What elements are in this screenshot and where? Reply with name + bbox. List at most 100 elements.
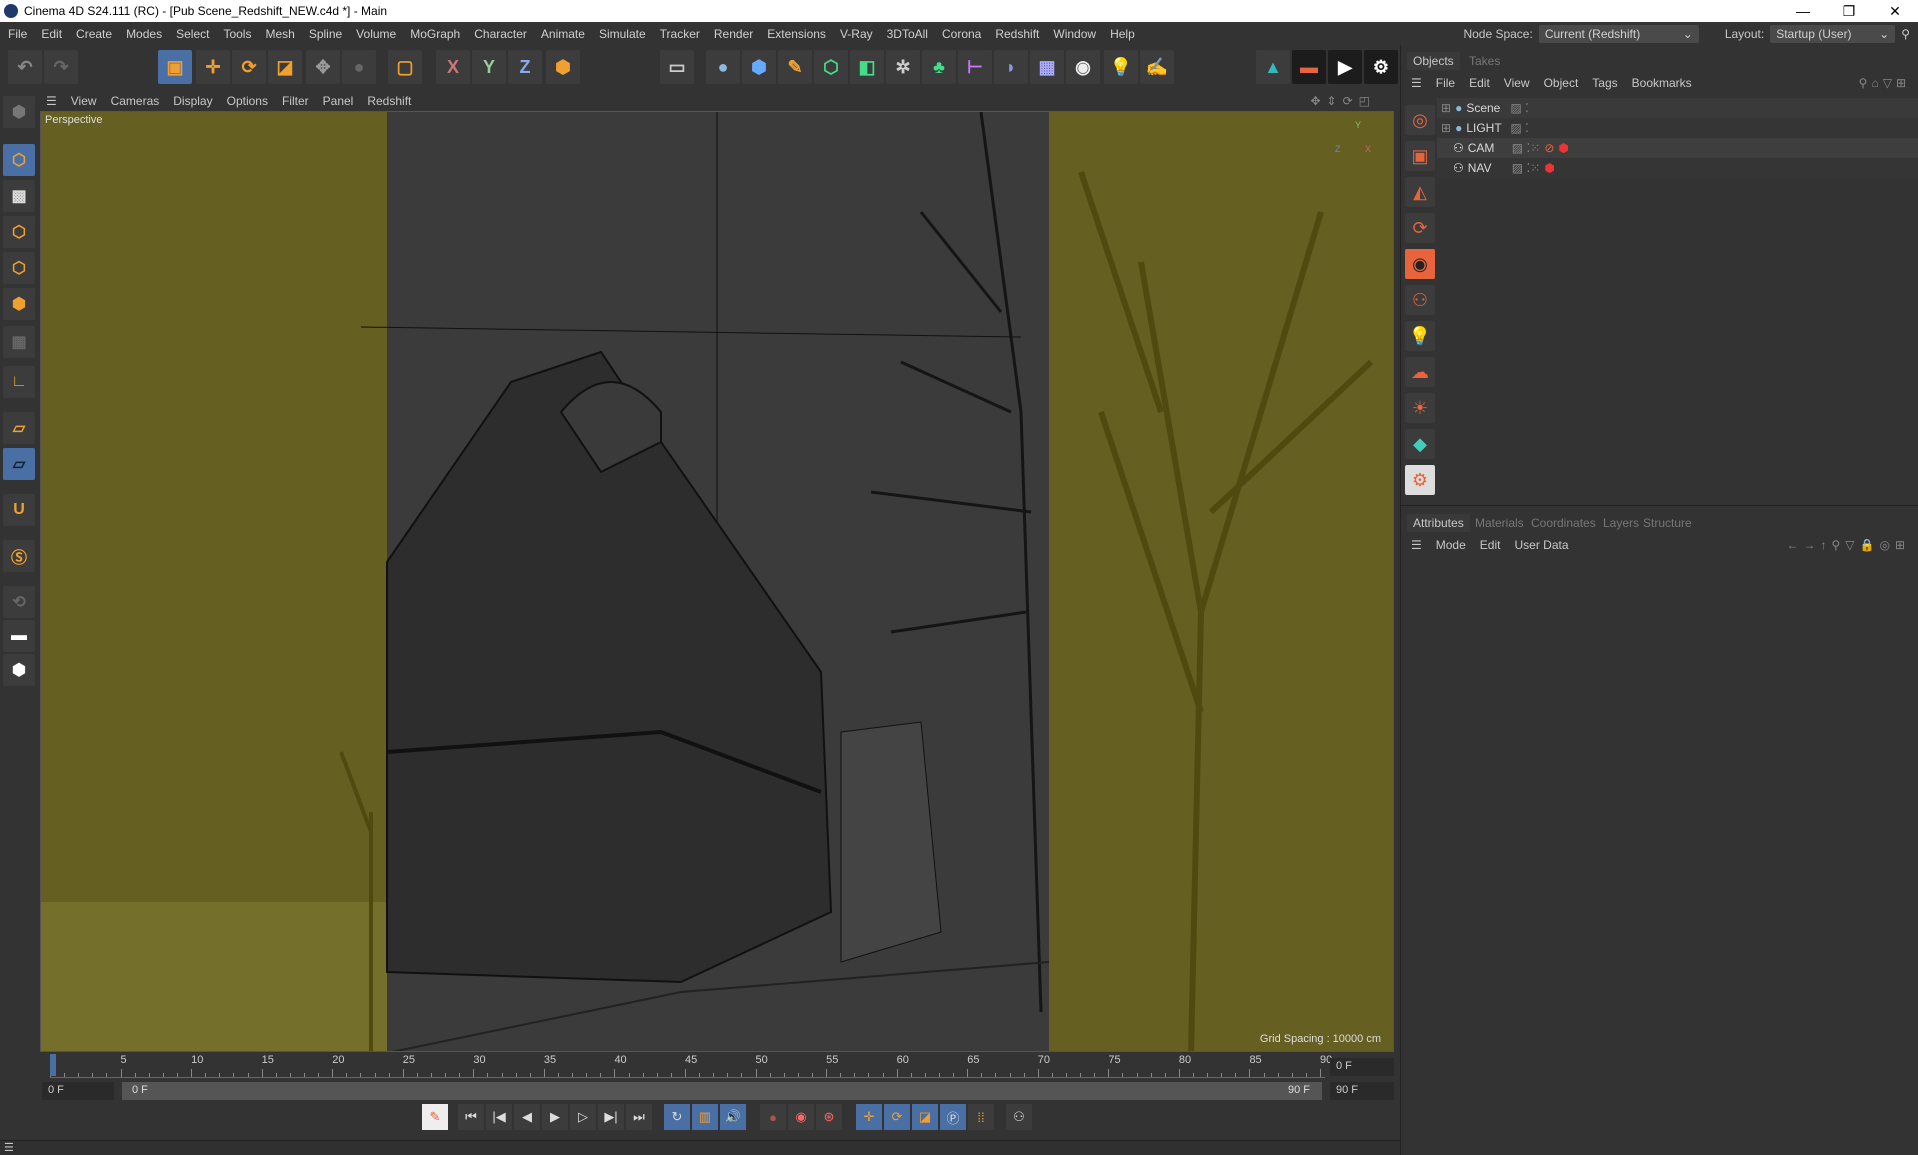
- menu-window[interactable]: Window: [1053, 27, 1096, 41]
- end-frame-field[interactable]: 90 F: [1330, 1082, 1394, 1100]
- model-mode-button[interactable]: ⬡: [3, 144, 35, 176]
- render-view-icon[interactable]: ▣: [1405, 141, 1435, 171]
- autokey-button[interactable]: ◉: [788, 1104, 814, 1130]
- visibility-icon[interactable]: ▨ ⁚⁙: [1512, 141, 1541, 155]
- menu-modes[interactable]: Modes: [126, 27, 162, 41]
- floor-button[interactable]: ▦: [1030, 50, 1064, 84]
- visibility-icon[interactable]: ▨ ⁚: [1510, 101, 1529, 115]
- make-editable-button[interactable]: ⬢: [3, 96, 35, 128]
- viewport-menu-cameras[interactable]: Cameras: [111, 94, 160, 108]
- next-frame-button[interactable]: ▷: [570, 1104, 596, 1130]
- material-icon[interactable]: ◭: [1405, 177, 1435, 207]
- menu-mograph[interactable]: MoGraph: [410, 27, 460, 41]
- z-axis-lock-button[interactable]: Z: [508, 50, 542, 84]
- menu-vray[interactable]: V-Ray: [840, 27, 873, 41]
- menu-mesh[interactable]: Mesh: [265, 27, 294, 41]
- objects-search-filter-icons[interactable]: ⚲⌂▽⊞: [1859, 76, 1910, 90]
- viewport-menu-panel[interactable]: Panel: [323, 94, 354, 108]
- pen-spline-button[interactable]: ✎: [778, 50, 812, 84]
- tab-attributes[interactable]: Attributes: [1407, 514, 1470, 532]
- hamburger-icon[interactable]: ☰: [1411, 76, 1422, 90]
- sound-button[interactable]: 🔊: [720, 1104, 746, 1130]
- scale-tool-button[interactable]: ◪: [268, 50, 302, 84]
- expand-icon[interactable]: ⊞: [1441, 121, 1451, 135]
- current-frame-field[interactable]: 0 F: [1330, 1058, 1394, 1076]
- hamburger-icon[interactable]: ☰: [4, 1141, 14, 1154]
- rs-environment-icon[interactable]: ☁: [1405, 357, 1435, 387]
- menu-redshift[interactable]: Redshift: [995, 27, 1039, 41]
- go-to-end-button[interactable]: ⏭: [626, 1104, 652, 1130]
- objects-menu-tags[interactable]: Tags: [1592, 76, 1617, 90]
- objects-menu-view[interactable]: View: [1504, 76, 1530, 90]
- snap-magnet-button[interactable]: U: [3, 494, 35, 526]
- menu-extensions[interactable]: Extensions: [767, 27, 826, 41]
- viewport-menu-filter[interactable]: Filter: [282, 94, 309, 108]
- menu-tracker[interactable]: Tracker: [660, 27, 700, 41]
- start-frame-field[interactable]: 0 F: [42, 1082, 114, 1100]
- paint-tool-button[interactable]: ⬢: [3, 654, 35, 686]
- cloner-button[interactable]: ♣: [922, 50, 956, 84]
- mograph-cloner-button[interactable]: ✲: [886, 50, 920, 84]
- visibility-icon[interactable]: ▨ ⁚⁙: [1512, 161, 1541, 175]
- objects-menu-object[interactable]: Object: [1544, 76, 1579, 90]
- timeline-ruler[interactable]: 051015202530354045505560657075808590: [50, 1052, 1332, 1078]
- rotate-tool-button[interactable]: ⟳: [232, 50, 266, 84]
- workplane-button[interactable]: ▱: [3, 412, 35, 444]
- light-button[interactable]: 💡: [1104, 50, 1138, 84]
- live-selection-button[interactable]: ▣: [158, 50, 192, 84]
- coordinate-system-button[interactable]: ⬢: [546, 50, 580, 84]
- object-row-light[interactable]: ⊞ ● LIGHT ▨ ⁚: [1437, 118, 1918, 138]
- key-position-button[interactable]: ✛: [856, 1104, 882, 1130]
- playhead[interactable]: [50, 1054, 56, 1076]
- redo-button[interactable]: ↷: [44, 50, 78, 84]
- tab-materials[interactable]: Materials: [1469, 514, 1530, 532]
- node-space-dropdown[interactable]: Current (Redshift) ⌄: [1538, 24, 1699, 43]
- menu-volume[interactable]: Volume: [356, 27, 396, 41]
- transform-tool-button[interactable]: ✥: [306, 50, 340, 84]
- keyframe-tool-button[interactable]: ✎: [422, 1104, 448, 1130]
- object-row-nav[interactable]: ⚇ NAV ▨ ⁚⁙ ⬢: [1437, 158, 1918, 178]
- field-button[interactable]: ◗: [994, 50, 1028, 84]
- menu-select[interactable]: Select: [176, 27, 209, 41]
- key-scale-button[interactable]: ◪: [912, 1104, 938, 1130]
- y-axis-lock-button[interactable]: Y: [472, 50, 506, 84]
- minimize-button[interactable]: —: [1780, 0, 1826, 22]
- rs-settings-icon[interactable]: ⚙: [1405, 465, 1435, 495]
- tab-objects[interactable]: Objects: [1407, 52, 1460, 70]
- polygons-mode-button[interactable]: ⬢: [3, 288, 35, 320]
- key-parameter-button[interactable]: Ⓟ: [940, 1104, 966, 1130]
- viewport-menu-options[interactable]: Options: [227, 94, 268, 108]
- cube-object-button[interactable]: ⬢: [742, 50, 776, 84]
- menu-file[interactable]: File: [8, 27, 27, 41]
- tab-takes[interactable]: Takes: [1463, 52, 1506, 70]
- record-keys-button[interactable]: ●: [760, 1104, 786, 1130]
- undo-button[interactable]: ↶: [8, 50, 42, 84]
- locked-workplane-button[interactable]: ▱: [3, 448, 35, 480]
- key-rotation-button[interactable]: ⟳: [884, 1104, 910, 1130]
- tab-structure[interactable]: Structure: [1637, 514, 1698, 532]
- frame-range-slider[interactable]: 0 F 90 F: [122, 1082, 1322, 1100]
- close-button[interactable]: ✕: [1872, 0, 1918, 22]
- timeline-range-button[interactable]: ▥: [692, 1104, 718, 1130]
- tab-coordinates[interactable]: Coordinates: [1525, 514, 1602, 532]
- previous-key-button[interactable]: |◀: [486, 1104, 512, 1130]
- motion-system-button[interactable]: ⚇: [1006, 1104, 1032, 1130]
- x-axis-lock-button[interactable]: X: [436, 50, 470, 84]
- menu-character[interactable]: Character: [474, 27, 527, 41]
- expand-icon[interactable]: ⊞: [1441, 101, 1451, 115]
- viewport-menu-redshift[interactable]: Redshift: [367, 94, 411, 108]
- restore-button[interactable]: ❐: [1826, 0, 1872, 22]
- attributes-menu-edit[interactable]: Edit: [1480, 538, 1501, 552]
- visibility-icon[interactable]: ▨ ⁚: [1510, 121, 1529, 135]
- axis-mode-button[interactable]: ∟: [3, 366, 35, 398]
- uv-mode-button[interactable]: ▦: [3, 326, 35, 358]
- search-icon[interactable]: ⚲: [1901, 27, 1910, 41]
- hamburger-icon[interactable]: ☰: [1411, 538, 1422, 552]
- menu-create[interactable]: Create: [76, 27, 112, 41]
- objects-menu-file[interactable]: File: [1436, 76, 1455, 90]
- extrude-button[interactable]: ◧: [850, 50, 884, 84]
- render-view-button[interactable]: ▭: [660, 50, 694, 84]
- subdivision-button[interactable]: ⬡: [814, 50, 848, 84]
- object-row-scene[interactable]: ⊞ ● Scene ▨ ⁚: [1437, 98, 1918, 118]
- dynamic-placement-button[interactable]: ●: [342, 50, 376, 84]
